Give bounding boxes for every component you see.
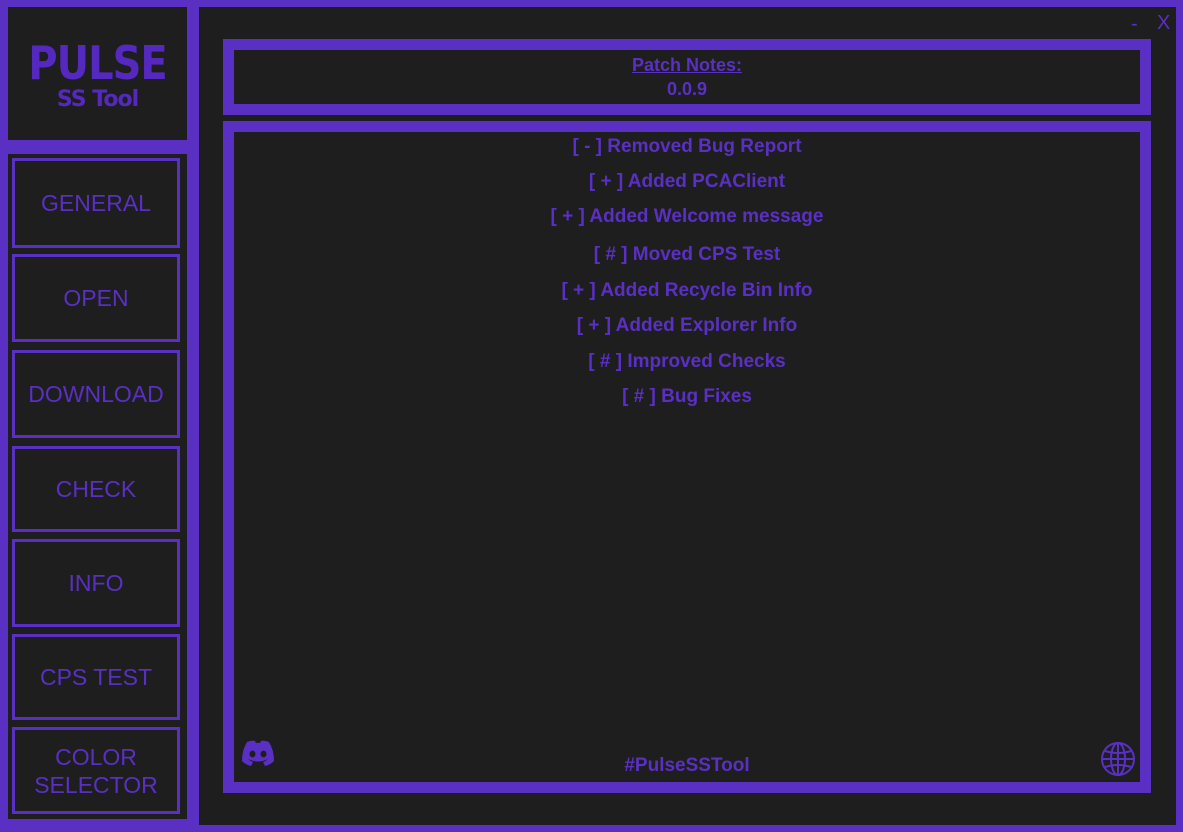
- patch-note-line: [ + ] Added Recycle Bin Info: [561, 280, 813, 301]
- main-panel: - X Patch Notes: 0.0.9 [ - ] Removed Bug…: [199, 7, 1176, 825]
- patch-version: 0.0.9: [666, 79, 708, 99]
- patch-note-line: [ + ] Added PCAClient: [588, 171, 786, 192]
- patch-notes-body: [ - ] Removed Bug Report [ + ] Added PCA…: [223, 121, 1151, 793]
- info-button[interactable]: INFO: [12, 539, 180, 627]
- check-button[interactable]: CHECK: [12, 446, 180, 532]
- general-button[interactable]: GENERAL: [12, 158, 180, 248]
- patch-note-line: [ # ] Bug Fixes: [622, 386, 752, 407]
- globe-icon[interactable]: [1100, 741, 1136, 777]
- patch-notes-header: Patch Notes: 0.0.9: [223, 39, 1151, 115]
- minimize-button[interactable]: -: [1131, 13, 1138, 36]
- patch-note-line: [ # ] Moved CPS Test: [593, 244, 781, 265]
- patch-note-line: [ - ] Removed Bug Report: [572, 136, 802, 157]
- color-selector-button[interactable]: COLOR SELECTOR: [12, 727, 180, 814]
- patch-note-line: [ # ] Improved Checks: [588, 351, 786, 372]
- logo-subtitle: SS Tool: [56, 87, 139, 112]
- download-button[interactable]: DOWNLOAD: [12, 350, 180, 438]
- cps-test-button[interactable]: CPS TEST: [12, 634, 180, 720]
- open-button[interactable]: OPEN: [12, 254, 180, 342]
- close-button[interactable]: X: [1157, 12, 1170, 35]
- sidebar-nav: GENERAL OPEN DOWNLOAD CHECK INFO CPS TES…: [8, 154, 187, 819]
- logo-title: PULSE: [28, 37, 167, 91]
- patch-note-line: [ + ] Added Welcome message: [550, 206, 824, 227]
- hashtag-label: #PulseSSTool: [624, 755, 750, 776]
- patch-notes-title: Patch Notes:: [631, 55, 743, 75]
- logo-panel: PULSE SS Tool: [8, 7, 187, 140]
- patch-note-line: [ + ] Added Explorer Info: [576, 315, 798, 336]
